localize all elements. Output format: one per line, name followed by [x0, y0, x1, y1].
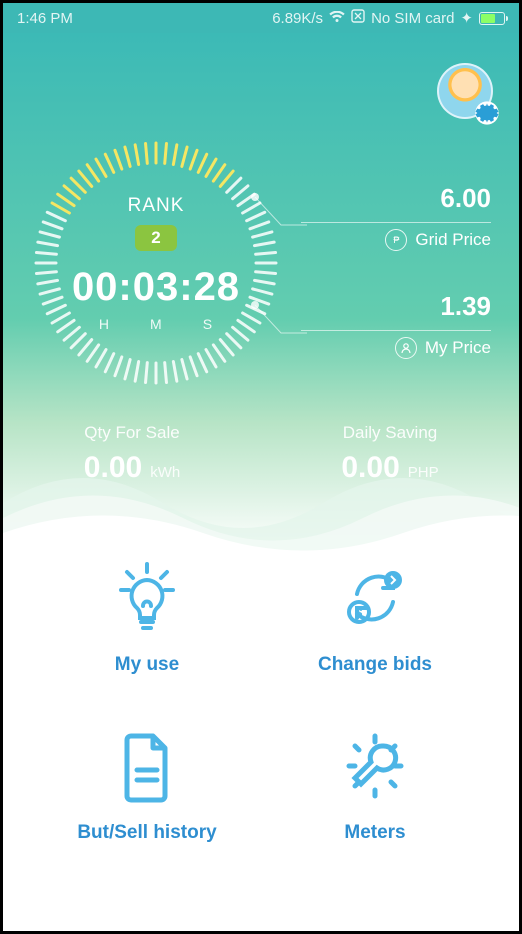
rank-badge: 2: [135, 225, 176, 251]
my-price-value: 1.39: [301, 291, 491, 322]
saving-label: Daily Saving: [261, 423, 519, 443]
tile-meters[interactable]: Meters: [261, 726, 489, 844]
saving-value: 0.00: [341, 451, 399, 485]
my-price-label: My Price: [425, 338, 491, 358]
charging-icon: ✦: [460, 9, 473, 27]
exchange-icon: $: [335, 558, 415, 638]
tile-history[interactable]: But/Sell history: [33, 726, 261, 844]
wifi-icon: [329, 10, 345, 27]
document-icon: [107, 726, 187, 806]
qty-unit: kWh: [150, 464, 180, 481]
hero-panel: RANK 2 00:03:28 H M S 6.00 ₱ Grid Price …: [3, 33, 519, 553]
timer-m-label: M: [150, 316, 163, 332]
no-sim-icon: [351, 9, 365, 27]
countdown-dial: RANK 2 00:03:28 H M S: [31, 138, 281, 388]
user-icon: [395, 337, 417, 359]
timer-h-label: H: [99, 316, 110, 332]
qty-for-sale-stat: Qty For Sale 0.00 kWh: [3, 423, 261, 485]
tile-history-label: But/Sell history: [77, 822, 216, 844]
grid-price-label: Grid Price: [415, 230, 491, 250]
tile-my-use[interactable]: My use: [33, 558, 261, 676]
price-panel: 6.00 ₱ Grid Price 1.39 My Price: [301, 183, 491, 399]
status-sim: No SIM card: [371, 10, 454, 27]
tile-my-use-label: My use: [115, 654, 179, 676]
svg-text:$: $: [356, 606, 363, 620]
timer-s-label: S: [203, 316, 213, 332]
status-time: 1:46 PM: [17, 10, 73, 27]
tile-meters-label: Meters: [344, 822, 405, 844]
status-speed: 6.89K/s: [272, 10, 323, 27]
lightbulb-icon: [107, 558, 187, 638]
saving-unit: PHP: [408, 464, 439, 481]
qty-label: Qty For Sale: [3, 423, 261, 443]
rank-label: RANK: [128, 195, 185, 217]
countdown-timer: 00:03:28: [72, 265, 240, 310]
battery-icon: [479, 12, 505, 25]
settings-gear-icon[interactable]: [473, 99, 501, 127]
status-bar: 1:46 PM 6.89K/s No SIM card ✦: [3, 3, 519, 33]
php-currency-icon: ₱: [385, 229, 407, 251]
profile-avatar[interactable]: [437, 63, 497, 123]
menu-grid: My use $ Change bids But/Sell history: [3, 548, 519, 844]
meter-wrench-icon: [335, 726, 415, 806]
tile-change-bids[interactable]: $ Change bids: [261, 558, 489, 676]
tile-change-bids-label: Change bids: [318, 654, 432, 676]
qty-value: 0.00: [84, 451, 142, 485]
daily-saving-stat: Daily Saving 0.00 PHP: [261, 423, 519, 485]
grid-price-value: 6.00: [301, 183, 491, 214]
grid-price-row: 6.00 ₱ Grid Price: [301, 183, 491, 251]
stats-row: Qty For Sale 0.00 kWh Daily Saving 0.00 …: [3, 423, 519, 485]
my-price-row: 1.39 My Price: [301, 291, 491, 359]
